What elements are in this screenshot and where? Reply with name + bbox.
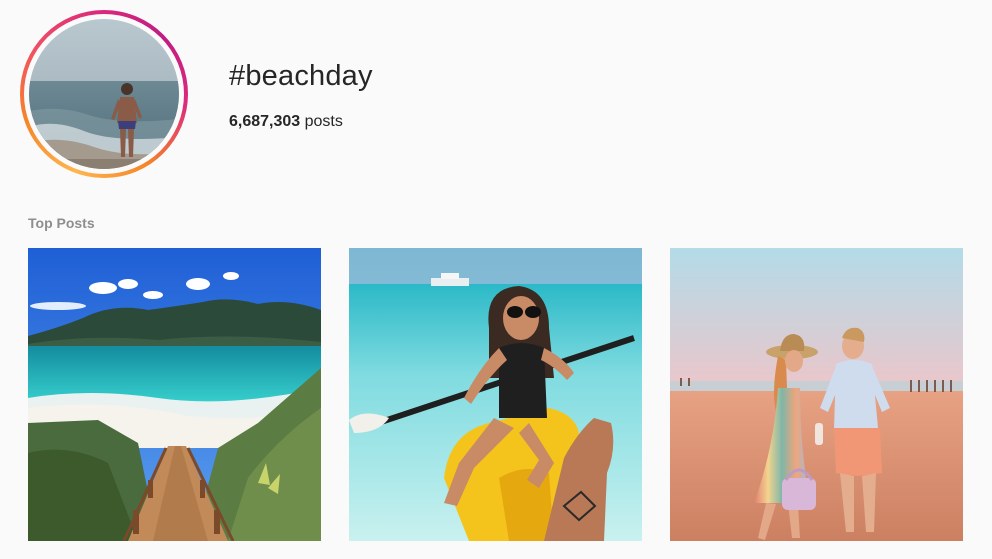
kayak-image: [349, 248, 642, 541]
post-count: 6,687,303 posts: [229, 112, 343, 132]
top-post-3[interactable]: [670, 248, 963, 541]
post-count-suffix: posts: [300, 113, 343, 130]
post-count-number: 6,687,303: [229, 113, 301, 130]
hashtag-page: #beachday 6,687,303 posts Top Posts: [0, 0, 992, 559]
top-post-2[interactable]: [349, 248, 642, 541]
couple-beach-image: [670, 248, 963, 541]
hashtag-title: #beachday: [229, 60, 373, 92]
hashtag-avatar[interactable]: [29, 19, 179, 169]
top-posts-label: Top Posts: [28, 215, 95, 231]
top-post-1[interactable]: [28, 248, 321, 541]
hashtag-avatar-ring[interactable]: [20, 10, 188, 178]
beach-boardwalk-image: [28, 248, 321, 541]
